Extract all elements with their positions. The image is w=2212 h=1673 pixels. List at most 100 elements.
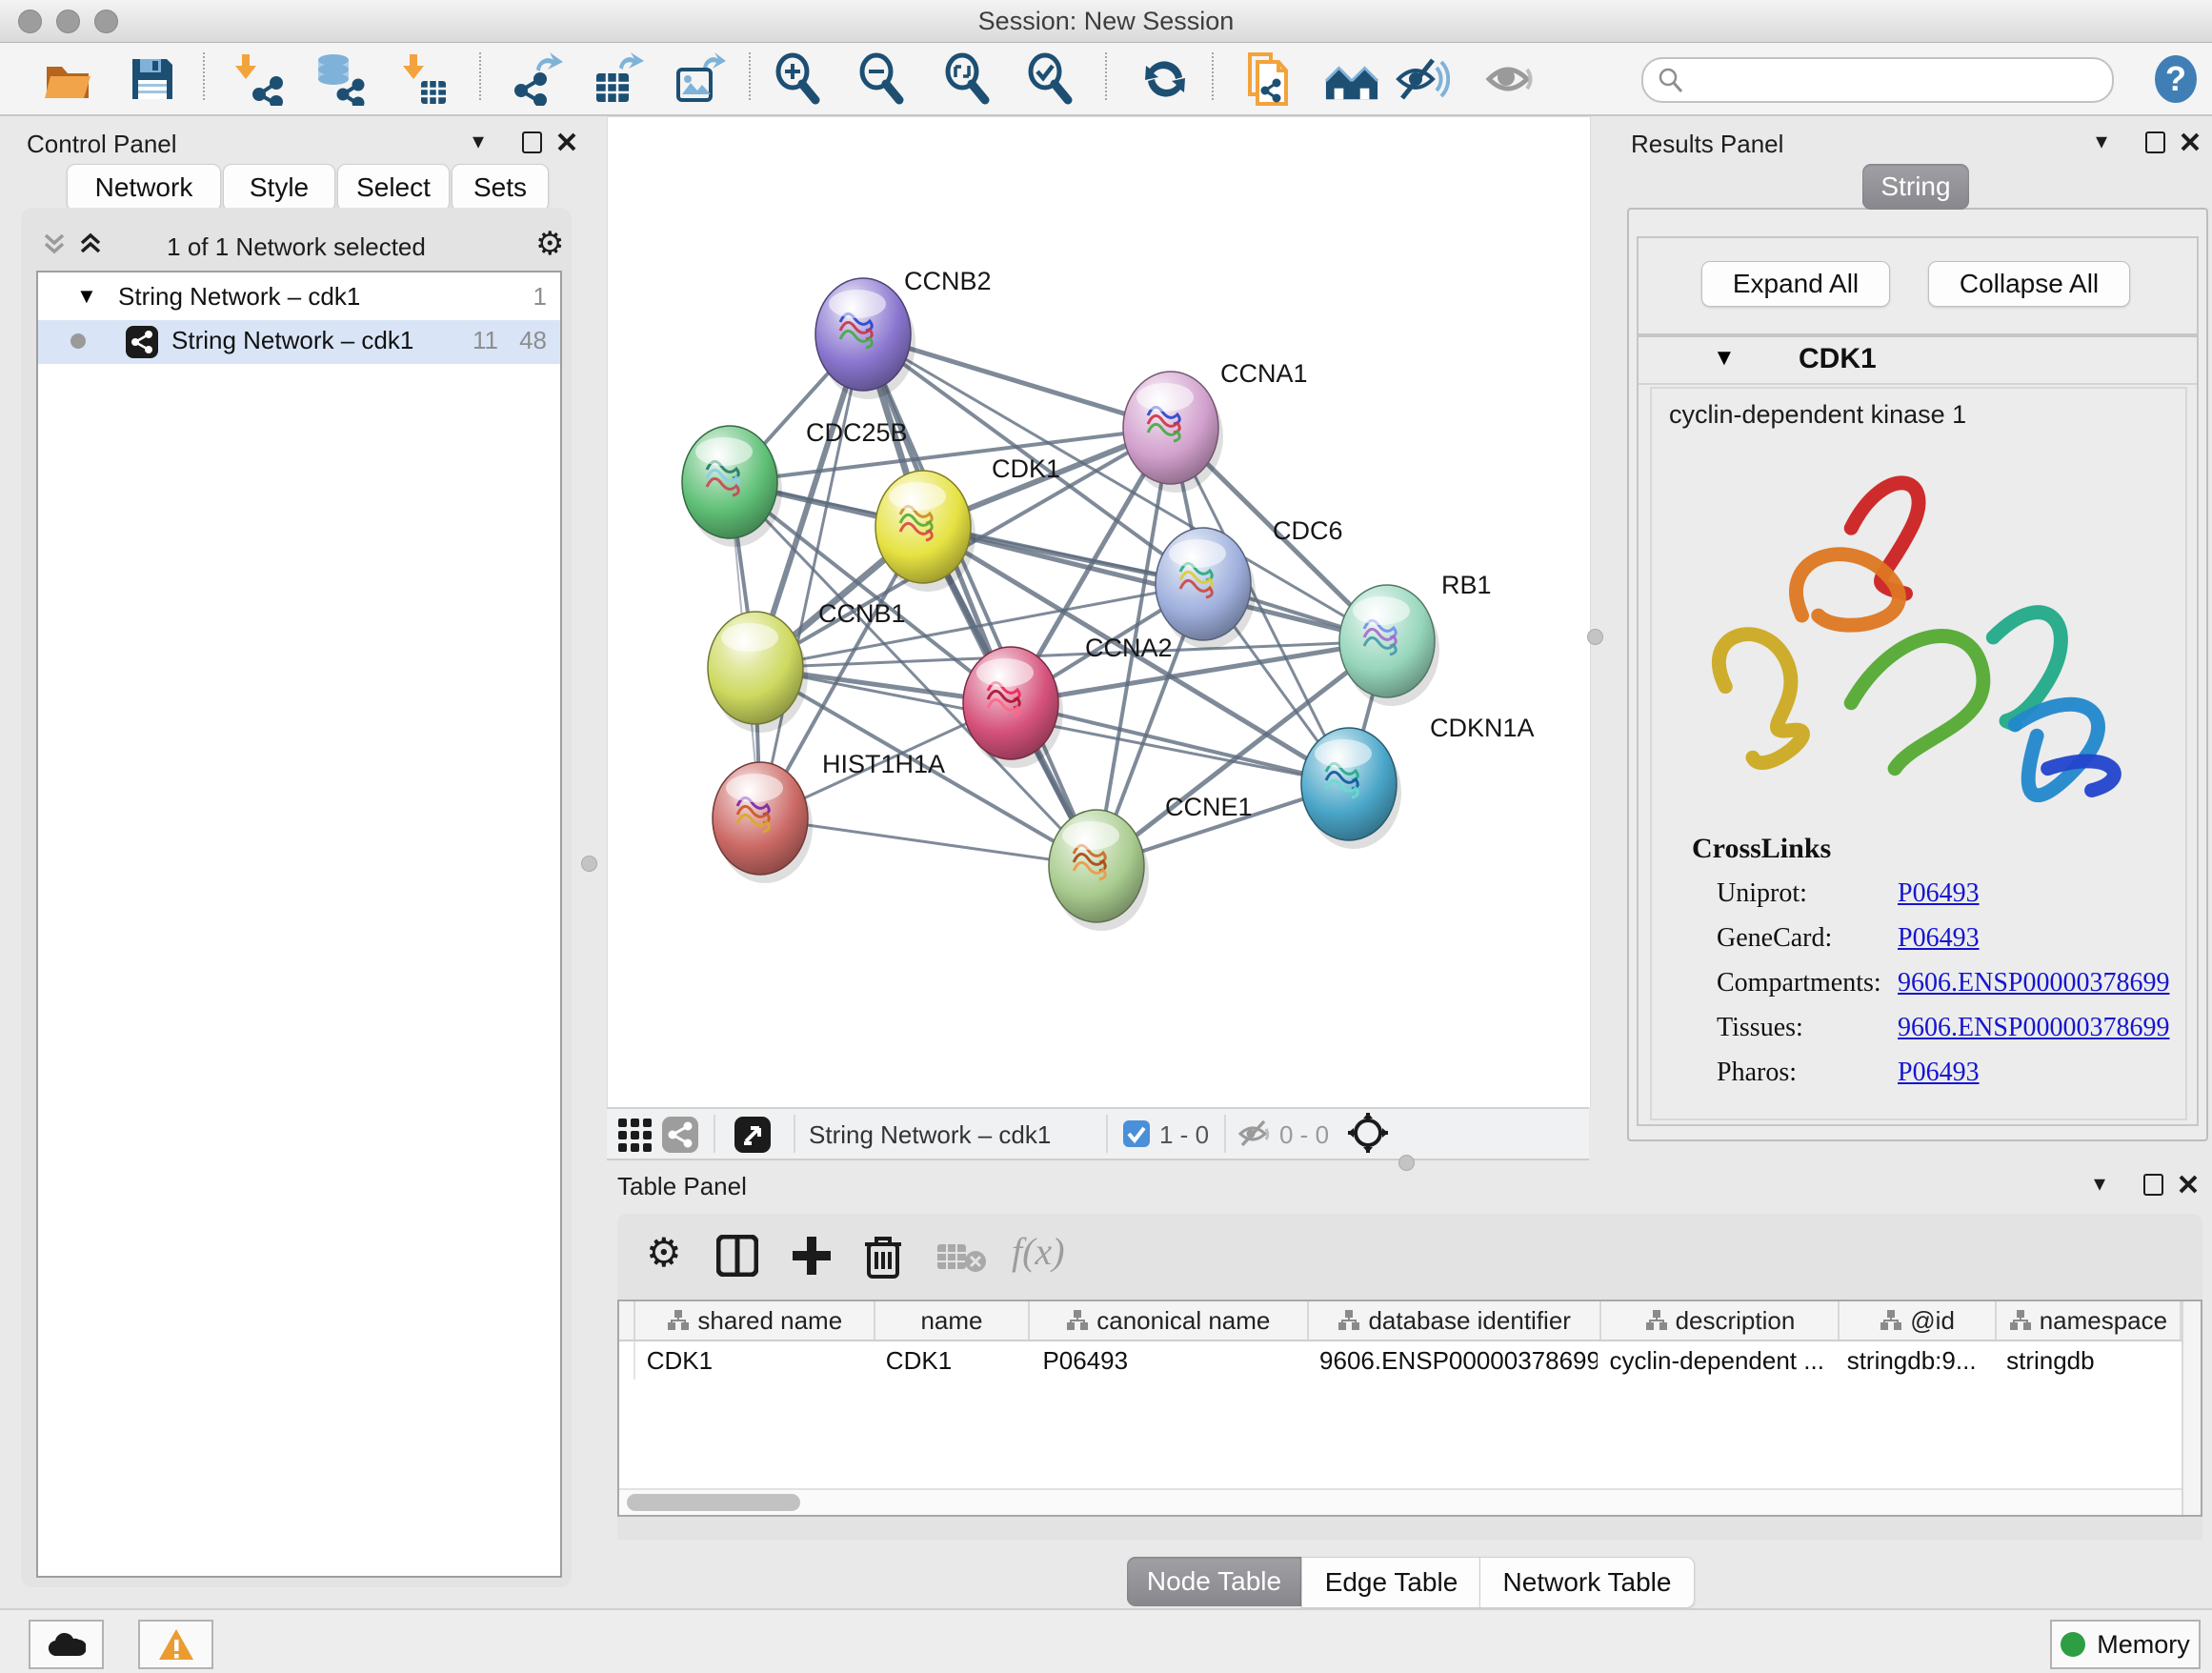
results-panel-float-icon[interactable]	[2145, 131, 2165, 153]
vertical-splitter-handle[interactable]	[581, 856, 597, 872]
graph-node-RB1[interactable]	[1339, 585, 1439, 706]
memory-button[interactable]: Memory	[2050, 1620, 2201, 1669]
toggle-graphics-details-button[interactable]	[1324, 51, 1379, 107]
zoom-out-button[interactable]	[855, 51, 910, 107]
network-canvas[interactable]: CCNB2CCNA1CDC25BCDK1CDC6RB1CCNB1CCNA2CDK…	[607, 116, 1591, 1109]
cell-database-identifier[interactable]: 9606.ENSP00000378699	[1308, 1341, 1598, 1380]
column-header--id[interactable]: @id	[1840, 1301, 1996, 1340]
graph-node-CDC25B[interactable]	[682, 426, 782, 547]
tab-style[interactable]: Style	[223, 164, 335, 212]
control-panel-close-icon[interactable]	[556, 131, 577, 152]
cell-description[interactable]: cyclin-dependent ...	[1598, 1341, 1835, 1380]
graph-node-CDC6[interactable]	[1156, 528, 1256, 649]
open-session-button[interactable]	[40, 51, 95, 107]
expand-all-button[interactable]: Expand All	[1701, 261, 1890, 307]
scrollbar-thumb[interactable]	[627, 1494, 800, 1511]
cloud-status-button[interactable]	[29, 1620, 104, 1669]
cell-namespace[interactable]: stringdb	[1995, 1341, 2182, 1380]
network-tree-root-row[interactable]: ▼ String Network – cdk1 1	[38, 276, 560, 320]
delete-column-icon[interactable]	[863, 1233, 903, 1279]
netbar-separator	[1106, 1115, 1108, 1153]
duplicate-network-button[interactable]	[1236, 51, 1291, 107]
node-section-header[interactable]: ▼ CDK1	[1639, 337, 2197, 385]
apply-layout-button[interactable]	[1137, 51, 1193, 107]
tab-network-table[interactable]: Network Table	[1479, 1557, 1695, 1608]
column-header-description[interactable]: description	[1601, 1301, 1840, 1340]
network-tree-child-row[interactable]: String Network – cdk1 11 48	[38, 320, 560, 364]
birdseye-navigator-icon[interactable]	[1346, 1111, 1390, 1155]
table-panel-float-icon[interactable]	[2143, 1174, 2163, 1196]
tab-sets[interactable]: Sets	[452, 164, 549, 212]
graph-node-CCNA2[interactable]	[963, 647, 1063, 768]
table-horizontal-scrollbar[interactable]	[619, 1488, 2182, 1515]
table-vertical-scrollbar[interactable]	[2182, 1301, 2201, 1515]
search-input[interactable]	[1685, 66, 2099, 95]
table-panel-close-icon[interactable]	[2178, 1174, 2199, 1195]
results-panel-close-icon[interactable]	[2180, 131, 2201, 152]
column-header-shared-name[interactable]: shared name	[635, 1301, 875, 1340]
string-results-box: Expand All Collapse All ▼ CDK1 cyclin-de…	[1627, 208, 2208, 1141]
tab-edge-table[interactable]: Edge Table	[1301, 1557, 1481, 1608]
export-network-button[interactable]	[509, 51, 564, 107]
graph-node-CCNE1[interactable]	[1049, 810, 1149, 931]
eye-slash-icon	[1395, 52, 1450, 106]
column-header-namespace[interactable]: namespace	[1997, 1301, 2182, 1340]
add-column-icon[interactable]	[791, 1235, 833, 1277]
detach-view-icon[interactable]	[734, 1117, 771, 1153]
search-box[interactable]	[1641, 57, 2114, 103]
cell-canonical-name[interactable]: P06493	[1031, 1341, 1308, 1380]
import-table-file-button[interactable]	[395, 51, 451, 107]
collapse-all-button[interactable]: Collapse All	[1928, 261, 2130, 307]
cell--id[interactable]: stringdb:9...	[1836, 1341, 1995, 1380]
section-collapse-icon[interactable]: ▼	[1713, 345, 1736, 372]
cell-shared-name[interactable]: CDK1	[635, 1341, 875, 1380]
tab-node-table[interactable]: Node Table	[1127, 1557, 1301, 1606]
warnings-button[interactable]	[138, 1620, 213, 1669]
export-image-button[interactable]	[672, 51, 727, 107]
network-graph[interactable]: CCNB2CCNA1CDC25BCDK1CDC6RB1CCNB1CCNA2CDK…	[608, 117, 1590, 1108]
network-status-dot	[70, 333, 86, 349]
network-options-gear-icon[interactable]: ⚙	[535, 225, 564, 263]
zoom-in-button[interactable]	[771, 51, 826, 107]
table-panel-collapse-icon[interactable]: ▾	[2094, 1170, 2105, 1198]
results-panel-collapse-icon[interactable]: ▾	[2096, 128, 2107, 155]
help-button[interactable]: ?	[2148, 51, 2203, 107]
import-network-file-button[interactable]	[230, 51, 285, 107]
selected-checkbox-icon[interactable]	[1123, 1120, 1150, 1147]
graph-node-HIST1H1A[interactable]	[713, 762, 813, 883]
column-header-canonical-name[interactable]: canonical name	[1030, 1301, 1309, 1340]
graph-node-CCNB1[interactable]	[708, 612, 808, 733]
column-header-name[interactable]: name	[875, 1301, 1030, 1340]
crosslink-link[interactable]: P06493	[1898, 1058, 1980, 1088]
vertical-splitter-handle[interactable]	[1587, 629, 1603, 645]
export-table-button[interactable]	[590, 51, 645, 107]
tree-expand-icon[interactable]: ▼	[76, 284, 97, 309]
control-panel-collapse-icon[interactable]: ▾	[473, 128, 484, 155]
save-session-button[interactable]	[125, 51, 180, 107]
graph-node-CDK1[interactable]	[875, 471, 975, 592]
import-network-database-button[interactable]	[312, 51, 367, 107]
crosslink-link[interactable]: 9606.ENSP00000378699	[1898, 968, 2169, 998]
graph-node-CCNA1[interactable]	[1123, 372, 1223, 493]
tab-network[interactable]: Network	[67, 164, 221, 212]
crosslink-link[interactable]: P06493	[1898, 878, 1980, 909]
choose-columns-icon[interactable]	[716, 1235, 758, 1277]
zoom-fit-button[interactable]	[940, 51, 995, 107]
graph-node-CCNB2[interactable]	[815, 278, 915, 399]
cell-name[interactable]: CDK1	[875, 1341, 1032, 1380]
hide-graphics-details-button[interactable]	[1395, 51, 1450, 107]
tab-string[interactable]: String	[1862, 164, 1969, 210]
crosslink-label: Tissues:	[1717, 1013, 1898, 1043]
crosslink-link[interactable]: P06493	[1898, 923, 1980, 954]
show-graphics-details-button[interactable]	[1483, 51, 1538, 107]
control-panel-float-icon[interactable]	[522, 131, 542, 153]
graph-node-CDKN1A[interactable]	[1301, 728, 1401, 849]
table-gear-icon[interactable]: ⚙	[646, 1229, 682, 1276]
network-share-icon[interactable]	[662, 1117, 698, 1153]
table-row[interactable]: CDK1CDK1P064939606.ENSP00000378699cyclin…	[619, 1341, 2182, 1380]
tab-select[interactable]: Select	[337, 164, 450, 212]
zoom-selected-button[interactable]	[1023, 51, 1078, 107]
crosslink-link[interactable]: 9606.ENSP00000378699	[1898, 1013, 2169, 1043]
column-header-database-identifier[interactable]: database identifier	[1309, 1301, 1602, 1340]
grid-view-icon[interactable]	[616, 1117, 653, 1153]
